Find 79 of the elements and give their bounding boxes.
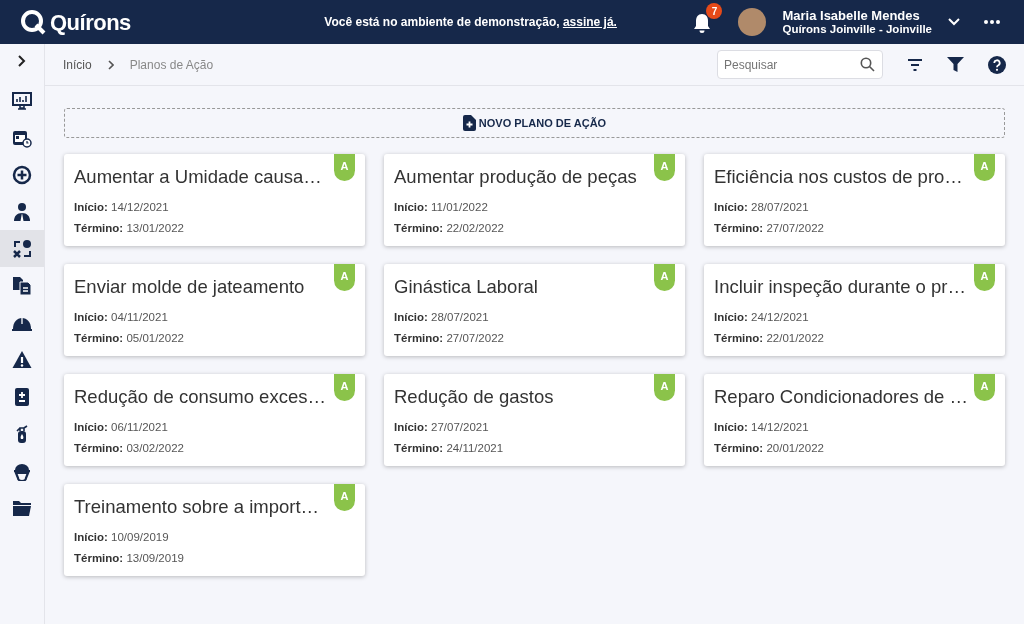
- avatar: [738, 8, 767, 36]
- user-name: Maria Isabelle Mendes: [782, 9, 921, 23]
- card-title: Reparo Condicionadores de …: [714, 385, 968, 409]
- status-badge: A: [974, 154, 995, 181]
- demo-notice: Você está no ambiente de demonstração, assine já.: [324, 14, 617, 31]
- action-plan-card[interactable]: Redução de gastos Início: 27/07/2021 Término: 24/11/2021 A: [384, 374, 685, 466]
- action-plan-card[interactable]: Aumentar a Umidade causa… Início: 14/12/2021 Término: 13/01/2022 A: [64, 154, 365, 246]
- documents-icon: [12, 275, 32, 296]
- start-date: Início: 27/07/2021: [394, 420, 490, 435]
- subscribe-link[interactable]: assine já.: [562, 15, 617, 29]
- new-document-icon: [462, 115, 476, 131]
- card-title: Redução de gastos: [394, 385, 554, 409]
- action-plan-card[interactable]: Incluir inspeção durante o pr… Início: 24/12/2021 Término: 22/01/2022 A: [704, 264, 1005, 356]
- expand-chevron-icon[interactable]: [18, 55, 26, 67]
- action-plan-card[interactable]: Ginástica Laboral Início: 28/07/2021 Término: 27/07/2022 A: [384, 264, 685, 356]
- start-date: Início: 28/07/2021: [714, 200, 810, 215]
- end-date: Término: 20/01/2022: [714, 441, 825, 456]
- end-date: Término: 22/02/2022: [394, 221, 505, 236]
- card-title: Enviar molde de jateamento: [74, 275, 305, 299]
- status-badge: A: [334, 264, 355, 291]
- end-date: Término: 27/07/2022: [714, 221, 825, 236]
- status-badge: A: [334, 374, 355, 401]
- card-title: Redução de consumo exces…: [74, 385, 326, 409]
- status-badge: A: [654, 374, 675, 401]
- end-date: Término: 03/02/2022: [74, 441, 185, 456]
- notification-count: 7: [706, 3, 723, 19]
- card-title: Aumentar a Umidade causa…: [74, 165, 322, 189]
- logo-text: Quírons: [50, 8, 131, 37]
- start-date: Início: 11/01/2022: [394, 200, 489, 215]
- new-action-plan-button[interactable]: NOVO PLANO DE AÇÃO: [64, 108, 1005, 138]
- start-date: Início: 06/11/2021: [74, 420, 169, 435]
- card-title: Eficiência nos custos de pro…: [714, 165, 963, 189]
- status-badge: A: [334, 484, 355, 511]
- dashboard-monitor-icon: [12, 90, 32, 111]
- end-date: Término: 13/01/2022: [74, 221, 185, 236]
- breadcrumb-current: Planos de Ação: [129, 56, 214, 74]
- chevron-right-icon: [107, 59, 114, 70]
- warning-icon: [12, 349, 32, 370]
- clipboard-icon: [12, 386, 32, 407]
- search-icon[interactable]: [860, 57, 875, 72]
- chevron-down-icon[interactable]: [948, 18, 960, 26]
- end-date: Término: 05/01/2022: [74, 331, 185, 346]
- card-title: Ginástica Laboral: [394, 275, 538, 299]
- breadcrumb-link[interactable]: Início: [63, 55, 92, 74]
- card-title: Treinamento sobre a import…: [74, 495, 320, 519]
- user-unit: Quírons Joinville - Joinville: [782, 22, 932, 35]
- search-field[interactable]: Pesquisar: [717, 50, 883, 79]
- start-date: Início: 10/09/2019: [74, 530, 170, 545]
- action-plan-card[interactable]: Redução de consumo exces… Início: 06/11/2021 Término: 03/02/2022 A: [64, 374, 365, 466]
- status-badge: A: [974, 264, 995, 291]
- start-date: Início: 14/12/2021: [74, 200, 170, 215]
- action-plan-card[interactable]: Treinamento sobre a import… Início: 10/09/2019 Término: 13/09/2019 A: [64, 484, 365, 576]
- start-date: Início: 14/12/2021: [714, 420, 810, 435]
- action-plan-card[interactable]: Aumentar produção de peças Início: 11/01/2022 Término: 22/02/2022 A: [384, 154, 685, 246]
- status-badge: A: [334, 154, 355, 181]
- end-date: Término: 22/01/2022: [714, 331, 825, 346]
- action-plan-icon: [12, 238, 32, 259]
- action-plan-card[interactable]: Enviar molde de jateamento Início: 04/11/2021 Término: 05/01/2022 A: [64, 264, 365, 356]
- status-badge: A: [974, 374, 995, 401]
- status-badge: A: [654, 154, 675, 181]
- end-date: Término: 24/11/2021: [394, 441, 505, 456]
- start-date: Início: 28/07/2021: [394, 310, 490, 325]
- start-date: Início: 04/11/2021: [74, 310, 169, 325]
- logo-icon: [20, 9, 46, 35]
- action-plan-card[interactable]: Eficiência nos custos de pro… Início: 28/07/2021 Término: 27/07/2022 A: [704, 154, 1005, 246]
- card-title: Incluir inspeção durante o pr…: [714, 275, 966, 299]
- person-icon: [12, 201, 32, 222]
- help-icon[interactable]: [988, 55, 1006, 74]
- end-date: Término: 13/09/2019: [74, 551, 185, 566]
- sort-icon[interactable]: [907, 58, 923, 71]
- filter-icon[interactable]: [947, 56, 964, 73]
- start-date: Início: 24/12/2021: [714, 310, 810, 325]
- action-plan-card[interactable]: Reparo Condicionadores de … Início: 14/12/2021 Término: 20/01/2022 A: [704, 374, 1005, 466]
- more-icon[interactable]: [984, 20, 1000, 24]
- card-title: Aumentar produção de peças: [394, 165, 637, 189]
- add-circle-icon: [12, 164, 32, 185]
- end-date: Término: 27/07/2022: [394, 331, 505, 346]
- sidebar-item[interactable]: [0, 230, 44, 267]
- status-badge: A: [654, 264, 675, 291]
